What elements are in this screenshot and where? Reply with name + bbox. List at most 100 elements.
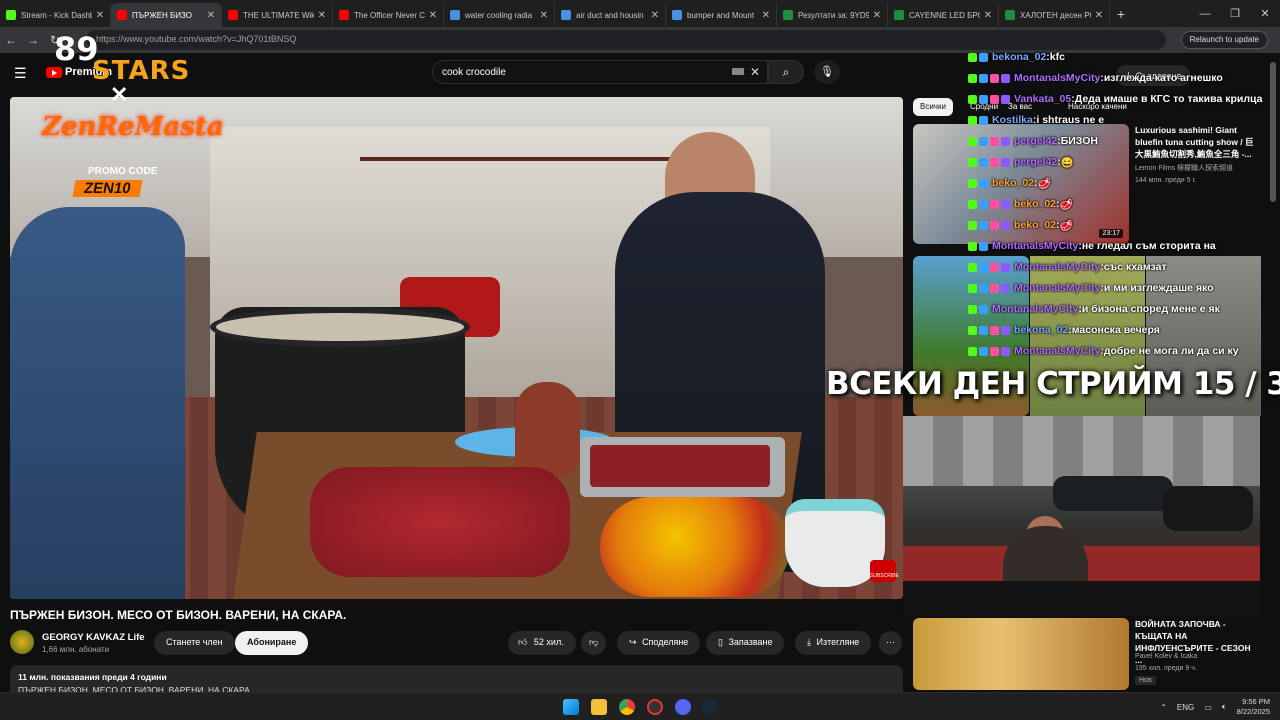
tab-title: CAYENNE LED БРОН bbox=[909, 10, 980, 20]
browser-tab[interactable]: Stream - Kick Dashb ✕ bbox=[0, 3, 111, 27]
stream-banner-text: ВСЕКИ ДЕН СТРИЙМ 15 / 33 bbox=[826, 366, 1280, 402]
chat-message: MontanalsMyCity : изглежда като агнешко bbox=[968, 68, 1223, 88]
subscribe-button[interactable]: Абониране bbox=[235, 631, 309, 655]
network-icon[interactable]: ▭ bbox=[1204, 703, 1212, 712]
video-scene-meat bbox=[310, 467, 570, 577]
clock-date: 8/22/2025 bbox=[1236, 707, 1270, 716]
minimize-icon[interactable]: — bbox=[1190, 8, 1220, 20]
chat-message: pergel42 : БИЗОН bbox=[968, 131, 1098, 151]
webcam-car bbox=[1163, 486, 1253, 531]
dislike-button[interactable]: 👎︎ bbox=[581, 631, 607, 655]
keyboard-icon[interactable] bbox=[732, 68, 744, 75]
chat-text: добре не мога ли да си ку bbox=[1103, 345, 1239, 357]
thumbs-up-icon: 👍︎ bbox=[518, 637, 528, 647]
chat-badge-icon bbox=[990, 220, 999, 230]
close-tab-icon[interactable]: ✕ bbox=[540, 10, 548, 21]
browser-tab[interactable]: CAYENNE LED БРОН ✕ bbox=[888, 3, 999, 27]
browser-tab[interactable]: water cooling radia ✕ bbox=[444, 3, 555, 27]
voice-search-button[interactable]: 🎙 bbox=[814, 60, 840, 84]
browser-tab[interactable]: ПЪРЖЕН БИЗО ✕ bbox=[111, 3, 222, 27]
save-button[interactable]: ▯ Запазване bbox=[706, 631, 785, 655]
channel-watermark-icon[interactable]: SUBSCRIBE bbox=[870, 560, 899, 582]
recommendation-channel[interactable]: Pavel Kolev & Icaka bbox=[1135, 652, 1197, 662]
filter-chip-all[interactable]: Всички bbox=[913, 98, 953, 116]
video-title: ПЪРЖЕН БИЗОН. МЕСО ОТ БИЗОН. ВАРЕНИ, НА … bbox=[10, 608, 347, 622]
browser-tab[interactable]: THE ULTIMATE Wiki ✕ bbox=[222, 3, 333, 27]
recommendation-channel[interactable]: Lemon Films 檸檬職人探索頻道 bbox=[1135, 164, 1233, 174]
tab-title: THE ULTIMATE Wiki bbox=[243, 10, 314, 20]
window-controls: — ❐ ✕ bbox=[1190, 0, 1280, 27]
browser-tab[interactable]: The Officer Never C ✕ bbox=[333, 3, 444, 27]
close-tab-icon[interactable]: ✕ bbox=[651, 10, 659, 21]
chat-badge-icon bbox=[979, 136, 988, 146]
close-window-icon[interactable]: ✕ bbox=[1250, 7, 1280, 20]
chat-username: MontanalsMyCity bbox=[1014, 282, 1101, 294]
clear-search-icon[interactable]: ✕ bbox=[750, 65, 760, 79]
chat-badge-icon bbox=[990, 157, 999, 167]
tray-overflow-icon[interactable]: ⌃ bbox=[1160, 703, 1167, 712]
channel-avatar[interactable] bbox=[10, 630, 34, 654]
maximize-icon[interactable]: ❐ bbox=[1220, 7, 1250, 20]
browser-tab[interactable]: air duct and housin ✕ bbox=[555, 3, 666, 27]
chat-message: beko_02 : 🥩 bbox=[968, 215, 1073, 235]
close-tab-icon[interactable]: ✕ bbox=[429, 10, 437, 21]
system-clock[interactable]: 9:56 PM 8/22/2025 bbox=[1237, 697, 1270, 717]
chrome-icon[interactable] bbox=[619, 699, 635, 715]
browser-tab[interactable]: Резултати за: 9YD9 ✕ bbox=[777, 3, 888, 27]
chat-text: 🥩 bbox=[1059, 219, 1073, 232]
close-tab-icon[interactable]: ✕ bbox=[873, 10, 881, 21]
volume-icon[interactable]: 🔈︎ bbox=[1222, 702, 1227, 712]
menu-icon[interactable]: ☰ bbox=[14, 65, 27, 82]
file-explorer-icon[interactable] bbox=[591, 699, 607, 715]
tab-favicon-icon bbox=[1005, 10, 1015, 20]
recommendation-thumbnail[interactable] bbox=[913, 618, 1129, 690]
steam-icon[interactable] bbox=[701, 699, 717, 715]
chat-badge-icon bbox=[968, 73, 977, 83]
microphone-icon: 🎙 bbox=[820, 66, 834, 78]
start-menu-icon[interactable] bbox=[563, 699, 579, 715]
new-tab-icon[interactable]: + bbox=[1110, 6, 1132, 22]
recommendation-item[interactable]: ВОЙНАТА ЗАПОЧВА - КЪЩАТА НА ИНФЛУЕНСЪРИТ… bbox=[913, 618, 1263, 690]
tab-favicon-icon bbox=[672, 10, 682, 20]
recommendation-meta: 195 хил. преди 9 ч. bbox=[1135, 665, 1197, 672]
chat-badge-icon bbox=[990, 283, 999, 293]
search-button[interactable]: ⌕ bbox=[768, 60, 804, 84]
chat-username: Vankata_05 bbox=[1014, 93, 1072, 105]
bookmark-icon: ▯ bbox=[718, 637, 723, 647]
search-input[interactable]: cook crocodile bbox=[432, 60, 768, 84]
tab-favicon-icon bbox=[561, 10, 571, 20]
chat-badge-icon bbox=[968, 346, 977, 356]
more-actions-button[interactable]: ⋯ bbox=[879, 631, 902, 655]
windows-taskbar: ⌃ ENG ▭ 🔈︎ 9:56 PM 8/22/2025 bbox=[0, 692, 1280, 720]
channel-name[interactable]: GEORGY KAVKAZ Life bbox=[42, 632, 145, 643]
chat-badge-icon bbox=[979, 157, 988, 167]
close-tab-icon[interactable]: ✕ bbox=[96, 10, 104, 21]
back-icon[interactable]: ← bbox=[0, 33, 22, 47]
recommendation-title[interactable]: Luxurious sashimi! Giant bluefin tuna cu… bbox=[1135, 124, 1260, 160]
join-button[interactable]: Станете член bbox=[154, 631, 235, 655]
close-tab-icon[interactable]: ✕ bbox=[762, 10, 770, 21]
promo-label: PROMO CODE bbox=[88, 166, 158, 177]
like-button[interactable]: 👍︎ 52 хил. bbox=[508, 631, 576, 655]
chat-badge-icon bbox=[968, 199, 977, 209]
browser-tab[interactable]: bumper and Mount ✕ bbox=[666, 3, 777, 27]
browser-tab[interactable]: ХАЛОГЕН десен PO ✕ bbox=[999, 3, 1110, 27]
forward-icon[interactable]: → bbox=[22, 33, 44, 47]
share-button[interactable]: ↪ Споделяне bbox=[617, 631, 701, 655]
download-label: Изтегляне bbox=[816, 637, 860, 647]
video-scene-vegetables bbox=[600, 497, 790, 597]
discord-icon[interactable] bbox=[675, 699, 691, 715]
language-indicator[interactable]: ENG bbox=[1177, 703, 1194, 712]
close-tab-icon[interactable]: ✕ bbox=[1095, 10, 1103, 21]
close-tab-icon[interactable]: ✕ bbox=[207, 10, 215, 21]
chat-message: MontanalsMyCity : със кхамзат bbox=[968, 257, 1167, 277]
chat-badge-icon bbox=[990, 346, 999, 356]
close-tab-icon[interactable]: ✕ bbox=[318, 10, 326, 21]
close-tab-icon[interactable]: ✕ bbox=[984, 10, 992, 21]
page-scrollbar[interactable] bbox=[1270, 62, 1276, 202]
download-button[interactable]: ⤓ Изтегляне bbox=[795, 631, 872, 655]
relaunch-update-button[interactable]: Relaunch to update bbox=[1180, 31, 1268, 49]
tab-title: ХАЛОГЕН десен PO bbox=[1020, 10, 1091, 20]
obs-icon[interactable] bbox=[647, 699, 663, 715]
chat-badge-icon bbox=[968, 52, 977, 62]
